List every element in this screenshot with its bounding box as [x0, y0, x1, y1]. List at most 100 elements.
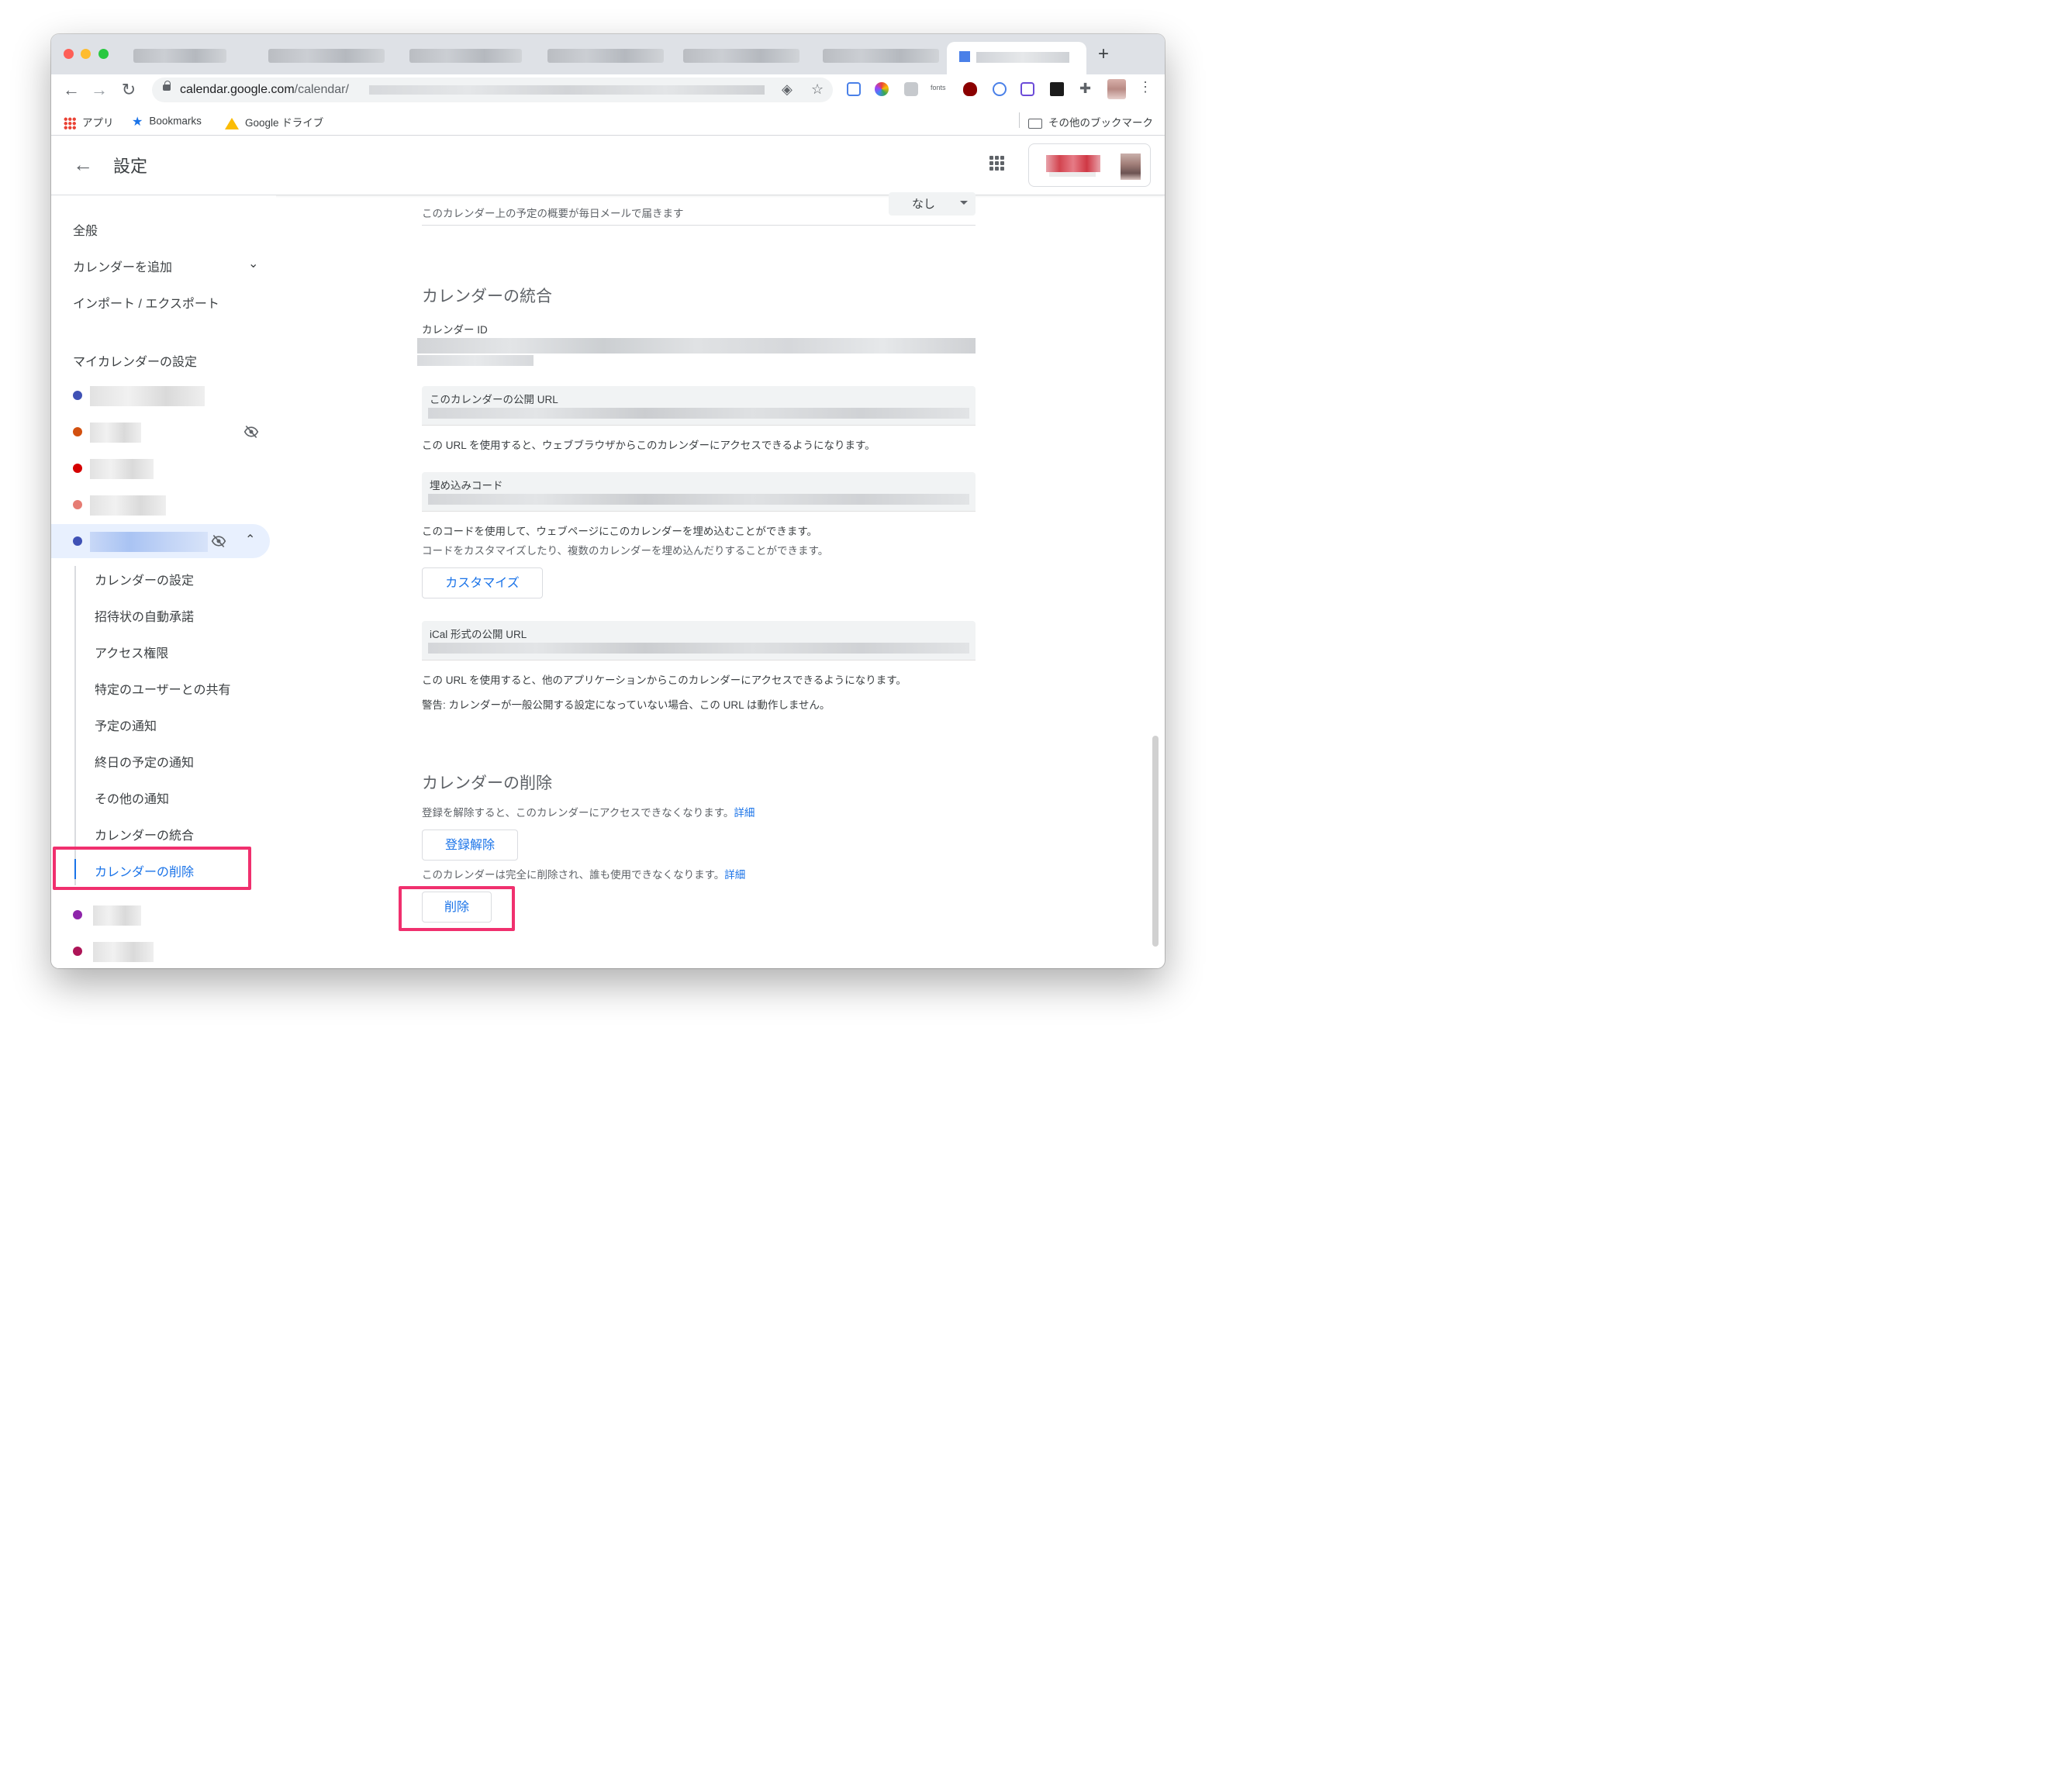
browser-window: + ← → ↻ calendar.google.com/calendar/ ◈ … — [51, 34, 1165, 968]
embed-code-field[interactable]: 埋め込みコード — [422, 472, 976, 512]
zoom-window-button[interactable] — [98, 49, 109, 59]
calendar-item[interactable] — [51, 378, 270, 412]
active-tab[interactable] — [947, 42, 1086, 74]
nav-add-calendar[interactable]: カレンダーを追加 — [73, 257, 172, 275]
apps-grid-icon — [64, 117, 76, 130]
delete-details-link[interactable]: 詳細 — [724, 869, 745, 881]
calendar-id-label: カレンダー ID — [422, 324, 488, 336]
profile-avatar[interactable] — [1107, 79, 1126, 99]
browser-tab[interactable] — [133, 49, 226, 63]
calendar-name-redacted — [90, 423, 141, 443]
extension-6-icon[interactable] — [993, 82, 1007, 96]
daily-agenda-value: なし — [912, 198, 936, 211]
settings-content: このカレンダー上の予定の概要が毎日メールで届きます なし カレンダーの統合 カレ… — [399, 192, 976, 968]
google-apps-icon[interactable] — [989, 156, 1007, 173]
subnav-share-with-people[interactable]: 特定のユーザーとの共有 — [95, 679, 231, 698]
extension-1-icon[interactable] — [847, 82, 861, 96]
calendar-name-redacted — [93, 942, 154, 962]
extension-8-icon[interactable] — [1050, 82, 1064, 96]
unsubscribe-button[interactable]: 登録解除 — [422, 830, 518, 861]
calendar-color-dot — [73, 947, 82, 956]
organization-logo-subtext — [1049, 172, 1096, 177]
extensions-puzzle-icon[interactable]: ✚ — [1079, 81, 1093, 96]
ublock-icon[interactable] — [963, 82, 977, 96]
back-button[interactable]: ← — [60, 79, 82, 101]
daily-agenda-select[interactable]: なし — [889, 192, 976, 216]
forward-button[interactable]: → — [88, 79, 110, 101]
calendar-item[interactable] — [51, 898, 270, 932]
unsubscribe-details-link[interactable]: 詳細 — [734, 807, 755, 819]
extension-7-icon[interactable] — [1020, 82, 1034, 96]
ical-warning: 警告: カレンダーが一般公開する設定になっていない場合、この URL は動作しま… — [422, 699, 831, 711]
subnav-event-notifications[interactable]: 予定の通知 — [95, 716, 157, 734]
new-tab-button[interactable]: + — [1098, 45, 1109, 64]
calendar-item[interactable] — [51, 451, 270, 485]
settings-sidebar: 全般 カレンダーを追加 ⌄ インポート / エクスポート マイカレンダーの設定 … — [51, 195, 276, 968]
browser-tab[interactable] — [823, 49, 939, 63]
embed-code-label: 埋め込みコード — [430, 480, 503, 492]
calendar-name-redacted — [90, 386, 205, 406]
url-text: calendar.google.com/calendar/ — [180, 83, 349, 96]
chevron-down-icon[interactable]: ⌄ — [248, 256, 258, 271]
submenu-guide-line — [74, 566, 76, 885]
my-calendars-heading: マイカレンダーの設定 — [73, 356, 198, 369]
calendar-color-dot — [73, 910, 82, 919]
minimize-window-button[interactable] — [81, 49, 91, 59]
reload-button[interactable]: ↻ — [118, 79, 140, 101]
browser-tab[interactable] — [268, 49, 385, 63]
subnav-other-notifications[interactable]: その他の通知 — [95, 788, 169, 807]
ical-url-field[interactable]: iCal 形式の公開 URL — [422, 621, 976, 661]
calendar-item[interactable] — [51, 934, 270, 968]
delete-description: このカレンダーは完全に削除され、誰も使用できなくなります。詳細 — [422, 869, 746, 881]
calendar-item[interactable] — [51, 415, 270, 449]
nav-general[interactable]: 全般 — [73, 220, 98, 239]
url-redacted — [369, 85, 765, 95]
subnav-allday-notifications[interactable]: 終日の予定の通知 — [95, 752, 194, 771]
calendar-color-dot — [73, 464, 82, 473]
subnav-calendar-settings[interactable]: カレンダーの設定 — [95, 570, 194, 588]
subnav-access-permissions[interactable]: アクセス権限 — [95, 643, 168, 661]
chevron-up-icon[interactable]: ⌃ — [245, 532, 255, 547]
dropdown-arrow-icon — [960, 201, 968, 205]
bookmark-other[interactable]: その他のブックマーク — [1028, 114, 1153, 129]
lock-icon — [163, 81, 171, 91]
page-scrollbar[interactable] — [1152, 736, 1159, 947]
calendar-name-redacted — [93, 905, 141, 926]
color-picker-extension-icon[interactable] — [875, 82, 889, 96]
bookmark-star-icon[interactable]: ☆ — [811, 81, 824, 98]
browser-menu-icon[interactable]: ⋮ — [1138, 79, 1152, 95]
close-window-button[interactable] — [64, 49, 74, 59]
daily-agenda-description: このカレンダー上の予定の概要が毎日メールで届きます — [422, 208, 684, 219]
subnav-integrate-calendar[interactable]: カレンダーの統合 — [95, 825, 194, 843]
browser-tab[interactable] — [547, 49, 664, 63]
subnav-auto-accept[interactable]: 招待状の自動承諾 — [95, 606, 194, 625]
integrate-heading: カレンダーの統合 — [422, 288, 552, 305]
bookmark-bookmarks[interactable]: ★ Bookmarks — [132, 114, 202, 129]
public-url-value-redacted — [428, 408, 969, 419]
highlight-box — [53, 847, 251, 890]
hidden-eye-icon[interactable] — [243, 424, 259, 440]
calendar-name-redacted — [90, 532, 208, 552]
nav-import-export[interactable]: インポート / エクスポート — [73, 293, 219, 312]
calendar-name-redacted — [90, 495, 166, 516]
calendar-name-redacted — [90, 459, 154, 479]
embed-description-2: コードをカスタマイズしたり、複数のカレンダーを埋め込んだりすることができます。 — [422, 545, 829, 557]
bookmark-apps[interactable]: アプリ — [64, 114, 114, 130]
public-url-field[interactable]: このカレンダーの公開 URL — [422, 386, 976, 426]
bookmark-google-drive[interactable]: Google ドライブ — [225, 114, 323, 129]
extension-diamond-icon[interactable]: ◈ — [782, 81, 793, 98]
browser-tab[interactable] — [683, 49, 799, 63]
extension-3-icon[interactable] — [904, 82, 918, 96]
account-switcher[interactable] — [1028, 143, 1151, 187]
calendar-item-selected[interactable]: ⌃ — [51, 524, 270, 558]
embed-description: このコードを使用して、ウェブページにこのカレンダーを埋め込むことができます。 — [422, 526, 818, 537]
hidden-eye-icon[interactable] — [211, 533, 226, 549]
address-bar[interactable]: calendar.google.com/calendar/ ◈ ☆ — [152, 78, 833, 102]
browser-tab[interactable] — [409, 49, 522, 63]
fonts-extension-icon[interactable]: fonts — [931, 84, 951, 98]
bookmarks-bar: アプリ ★ Bookmarks Google ドライブ その他のブックマーク — [51, 107, 1165, 136]
back-arrow-icon[interactable]: ← — [73, 153, 93, 176]
calendar-item[interactable] — [51, 488, 270, 522]
calendar-color-dot — [73, 391, 82, 400]
customize-button[interactable]: カスタマイズ — [422, 567, 543, 598]
